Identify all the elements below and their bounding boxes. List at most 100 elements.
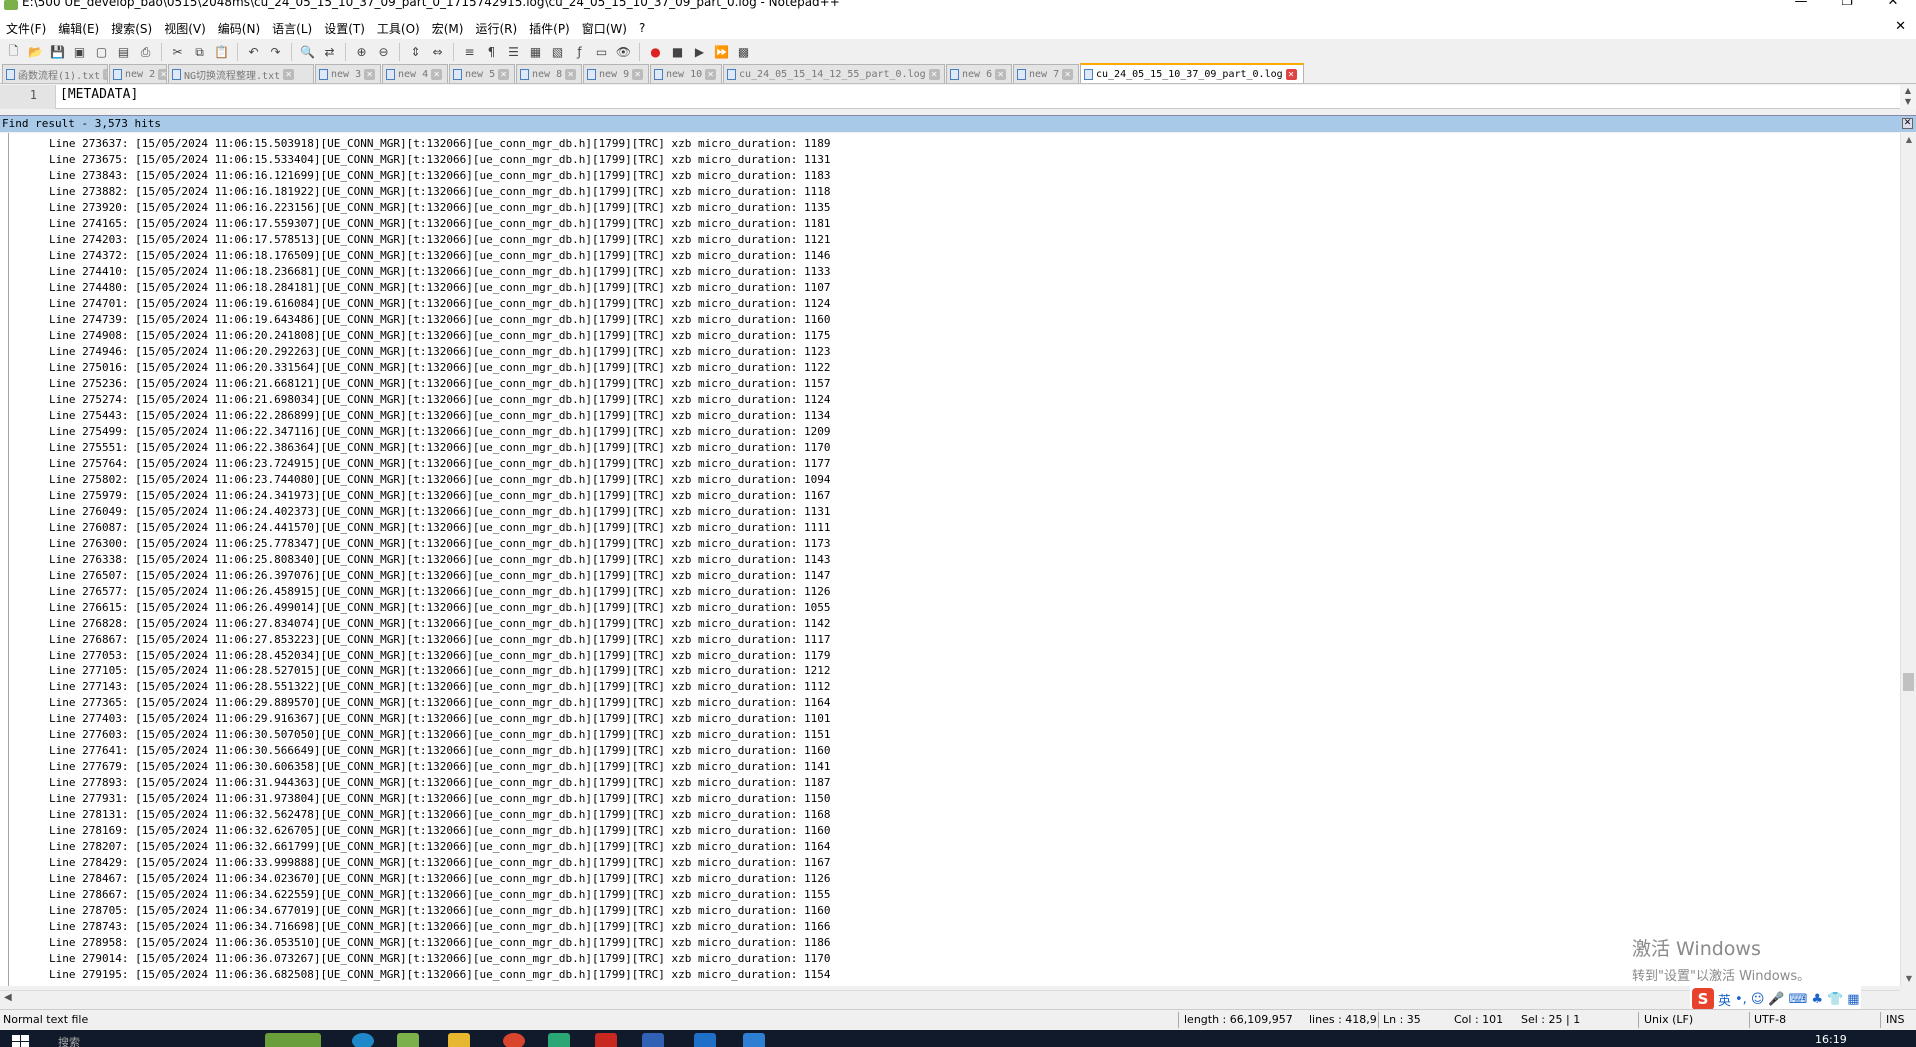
tab-new-6[interactable]: new 6 ✕ (946, 64, 1012, 83)
tab-close-icon[interactable]: ✕ (705, 68, 717, 80)
search-result-row[interactable]: Line 278958: [15/05/2024 11:06:36.053510… (49, 935, 830, 951)
keyboard-icon[interactable]: ⌨ (1789, 992, 1808, 1007)
search-result-row[interactable]: Line 278705: [15/05/2024 11:06:34.677019… (49, 903, 830, 919)
tab-close-icon[interactable]: ✕ (928, 68, 940, 80)
taskbar-app-icon[interactable] (548, 1033, 570, 1047)
search-result-row[interactable]: Line 278667: [15/05/2024 11:06:34.622559… (49, 887, 830, 903)
close-window-button[interactable]: ✕ (1870, 0, 1916, 9)
indent-guide-icon[interactable]: ☰ (504, 43, 523, 62)
search-result-row[interactable]: Line 276867: [15/05/2024 11:06:27.853223… (49, 632, 830, 648)
search-result-row[interactable]: Line 276507: [15/05/2024 11:06:26.397076… (49, 568, 830, 584)
taskbar-clock[interactable]: 16:19 (1815, 1033, 1847, 1046)
play-macro-icon[interactable]: ▶ (690, 43, 709, 62)
search-result-row[interactable]: Line 277603: [15/05/2024 11:06:30.507050… (49, 727, 830, 743)
status-encoding[interactable]: UTF-8 (1754, 1013, 1786, 1026)
search-result-row[interactable]: Line 274908: [15/05/2024 11:06:20.241808… (49, 328, 830, 344)
search-result-row[interactable]: Line 273882: [15/05/2024 11:06:16.181922… (49, 184, 830, 200)
language-define-icon[interactable]: ▦ (526, 43, 545, 62)
skin-icon[interactable]: ♣ (1811, 992, 1823, 1007)
menu-edit[interactable]: 编辑(E) (52, 20, 105, 37)
taskbar-app-icon[interactable] (265, 1033, 321, 1047)
monitoring-icon[interactable]: 👁 (614, 43, 633, 62)
redo-icon[interactable]: ↷ (266, 43, 285, 62)
search-result-row[interactable]: Line 277641: [15/05/2024 11:06:30.566649… (49, 743, 830, 759)
search-result-row[interactable]: Line 274701: [15/05/2024 11:06:19.616084… (49, 296, 830, 312)
run-macro-multiple-icon[interactable]: ⏩ (712, 43, 731, 62)
scroll-up-icon[interactable]: ▲ (1901, 133, 1916, 147)
replace-icon[interactable]: ⇄ (320, 43, 339, 62)
tab-close-icon[interactable]: ✕ (632, 68, 644, 80)
taskbar-app-icon[interactable] (352, 1033, 374, 1047)
search-result-row[interactable]: Line 273637: [15/05/2024 11:06:15.503918… (49, 136, 830, 152)
search-results-panel[interactable]: Line 273637: [15/05/2024 11:06:15.503918… (0, 133, 1916, 986)
tab-new-2[interactable]: new 2 ✕ (109, 64, 167, 83)
search-result-row[interactable]: Line 275802: [15/05/2024 11:06:23.744080… (49, 472, 830, 488)
search-result-row[interactable]: Line 279014: [15/05/2024 11:06:36.073267… (49, 951, 830, 967)
search-result-row[interactable]: Line 276828: [15/05/2024 11:06:27.834074… (49, 616, 830, 632)
tab-new-9[interactable]: new 9 ✕ (583, 64, 649, 83)
menu-view[interactable]: 视图(V) (158, 20, 212, 37)
tab-new-3[interactable]: new 3 ✕ (315, 64, 381, 83)
scroll-left-icon[interactable]: ◀ (4, 991, 12, 1005)
menu-tools[interactable]: 工具(O) (371, 20, 426, 37)
windows-start-icon[interactable] (12, 1035, 30, 1047)
search-result-row[interactable]: Line 277931: [15/05/2024 11:06:31.973804… (49, 791, 830, 807)
menu-encoding[interactable]: 编码(N) (212, 20, 266, 37)
search-result-row[interactable]: Line 275016: [15/05/2024 11:06:20.331564… (49, 360, 830, 376)
close-file-icon[interactable]: ▢ (92, 43, 111, 62)
search-result-row[interactable]: Line 275499: [15/05/2024 11:06:22.347116… (49, 424, 830, 440)
search-result-row[interactable]: Line 277893: [15/05/2024 11:06:31.944363… (49, 775, 830, 791)
undo-icon[interactable]: ↶ (244, 43, 263, 62)
show-all-characters-icon[interactable]: ¶ (482, 43, 501, 62)
maximize-button[interactable]: ❐ (1824, 0, 1870, 9)
tab-close-icon[interactable]: ✕ (103, 68, 107, 80)
search-results-list[interactable]: Line 273637: [15/05/2024 11:06:15.503918… (49, 136, 830, 983)
tab-close-icon[interactable]: ✕ (498, 68, 510, 80)
tab-function-flow[interactable]: 函数流程(1).txt✕ (2, 64, 108, 83)
close-document-button[interactable]: ✕ (1895, 19, 1906, 34)
shirt-icon[interactable]: 👕 (1827, 992, 1843, 1007)
search-result-row[interactable]: Line 276615: [15/05/2024 11:06:26.499014… (49, 600, 830, 616)
sync-vertical-icon[interactable]: ⇕ (406, 43, 425, 62)
cut-icon[interactable]: ✂ (168, 43, 187, 62)
tab-new-5[interactable]: new 5 ✕ (449, 64, 515, 83)
search-result-row[interactable]: Line 278131: [15/05/2024 11:06:32.562478… (49, 807, 830, 823)
tab-close-icon[interactable]: ✕ (565, 68, 577, 80)
save-macro-icon[interactable]: ▩ (734, 43, 753, 62)
tab-cu-log-10-37[interactable]: cu_24_05_15_10_37_09_part_0.log ✕ (1080, 63, 1304, 83)
save-icon[interactable]: 💾 (48, 43, 67, 62)
search-result-row[interactable]: Line 275236: [15/05/2024 11:06:21.668121… (49, 376, 830, 392)
search-result-row[interactable]: Line 274739: [15/05/2024 11:06:19.643486… (49, 312, 830, 328)
menu-macro[interactable]: 宏(M) (426, 20, 470, 37)
search-result-row[interactable]: Line 276049: [15/05/2024 11:06:24.402373… (49, 504, 830, 520)
search-result-row[interactable]: Line 278207: [15/05/2024 11:06:32.661799… (49, 839, 830, 855)
search-result-row[interactable]: Line 275551: [15/05/2024 11:06:22.386364… (49, 440, 830, 456)
new-file-icon[interactable]: 🗋 (4, 43, 23, 62)
search-result-row[interactable]: Line 274165: [15/05/2024 11:06:17.559307… (49, 216, 830, 232)
tab-new-4[interactable]: new 4 ✕ (382, 64, 448, 83)
menu-plugins[interactable]: 插件(P) (523, 20, 576, 37)
editor-line-text[interactable]: [METADATA] (60, 85, 138, 105)
search-result-row[interactable]: Line 277365: [15/05/2024 11:06:29.889570… (49, 695, 830, 711)
status-insert-mode[interactable]: INS (1886, 1013, 1904, 1026)
search-result-row[interactable]: Line 277143: [15/05/2024 11:06:28.551322… (49, 679, 830, 695)
search-result-row[interactable]: Line 277053: [15/05/2024 11:06:28.452034… (49, 648, 830, 664)
menu-language[interactable]: 语言(L) (266, 20, 318, 37)
tab-close-icon[interactable]: ✕ (283, 68, 295, 80)
results-vertical-scrollbar[interactable]: ▲ ▼ (1900, 133, 1916, 986)
menu-window[interactable]: 窗口(W) (576, 20, 633, 37)
search-result-row[interactable]: Line 276087: [15/05/2024 11:06:24.441570… (49, 520, 830, 536)
search-result-row[interactable]: Line 279195: [15/05/2024 11:06:36.682508… (49, 967, 830, 983)
document-map-icon[interactable]: ▧ (548, 43, 567, 62)
results-horizontal-scrollbar[interactable]: ◀ (0, 990, 1900, 1005)
ime-language-toggle[interactable]: 英 (1718, 990, 1731, 1009)
taskbar-app-icon[interactable] (642, 1033, 664, 1047)
search-result-row[interactable]: Line 275443: [15/05/2024 11:06:22.286899… (49, 408, 830, 424)
microphone-icon[interactable]: 🎤 (1768, 992, 1784, 1007)
tab-close-icon[interactable]: ✕ (1062, 68, 1074, 80)
grid-menu-icon[interactable]: ▦ (1847, 992, 1859, 1007)
punctuation-icon[interactable]: •, (1735, 992, 1747, 1007)
function-list-icon[interactable]: ƒ (570, 43, 589, 62)
search-result-row[interactable]: Line 278429: [15/05/2024 11:06:33.999888… (49, 855, 830, 871)
tab-ng-switch-flow[interactable]: NG切换流程整理.txt ✕ (168, 64, 314, 83)
